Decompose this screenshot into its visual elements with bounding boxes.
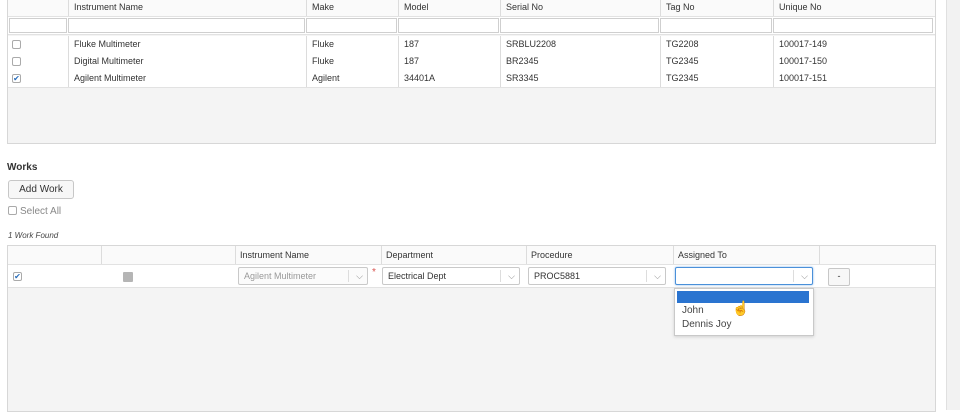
column-header-assigned-to[interactable]: Assigned To — [673, 246, 819, 264]
procedure-select-value: PROC5881 — [534, 271, 581, 281]
column-header-tag-no[interactable]: Tag No — [660, 0, 773, 16]
chevron-down-icon: ⌵ — [508, 271, 515, 281]
filter-input-instrument-name[interactable] — [68, 18, 305, 33]
instruments-header-row: Instrument Name Make Model Serial No Tag… — [8, 0, 935, 17]
row-checkbox-checked[interactable]: ✔ — [12, 74, 21, 83]
chevron-down-icon: ⌵ — [356, 271, 363, 281]
row-select-cell — [8, 36, 68, 53]
works-header-row: Instrument Name Department Procedure Ass… — [8, 246, 935, 265]
filter-input-model[interactable] — [398, 18, 499, 33]
column-header-serial-no[interactable]: Serial No — [500, 0, 660, 16]
chevron-down-icon: ⌵ — [801, 271, 808, 281]
department-select[interactable]: Electrical Dept ⌵ — [382, 267, 520, 285]
select-separator — [646, 270, 647, 282]
row-select-cell: ✔ — [8, 70, 68, 87]
table-row[interactable]: Fluke Multimeter Fluke 187 SRBLU2208 TG2… — [8, 36, 935, 54]
works-header-select — [8, 246, 101, 264]
select-separator — [500, 270, 501, 282]
column-header-instrument-name[interactable]: Instrument Name — [68, 0, 306, 16]
cell-model: 34401A — [398, 70, 500, 87]
row-select-cell — [8, 53, 68, 70]
filter-input-make[interactable] — [306, 18, 397, 33]
dropdown-option-dennis-joy[interactable]: Dennis Joy — [682, 319, 731, 330]
cell-instrument-name: Fluke Multimeter — [68, 36, 306, 53]
column-header-instrument-name[interactable]: Instrument Name — [235, 246, 381, 264]
row-checkbox[interactable] — [12, 40, 21, 49]
department-select-value: Electrical Dept — [388, 271, 447, 281]
cell-instrument-name: Digital Multimeter — [68, 53, 306, 70]
works-section-title: Works — [7, 162, 38, 173]
cell-tag-no: TG2345 — [660, 70, 773, 87]
remove-work-button[interactable]: - — [828, 268, 850, 286]
filter-input-serial-no[interactable] — [500, 18, 659, 33]
instruments-grid: Instrument Name Make Model Serial No Tag… — [7, 0, 936, 144]
edit-icon[interactable] — [123, 272, 133, 282]
cell-serial-no: SRBLU2208 — [500, 36, 660, 53]
row-checkbox[interactable] — [12, 57, 21, 66]
column-header-department[interactable]: Department — [381, 246, 526, 264]
cell-serial-no: BR2345 — [500, 53, 660, 70]
chevron-down-icon: ⌵ — [654, 271, 661, 281]
column-header-unique-no[interactable]: Unique No — [773, 0, 935, 16]
cell-tag-no: TG2208 — [660, 36, 773, 53]
table-row[interactable]: ✔ Agilent Multimeter Agilent 34401A SR33… — [8, 70, 935, 88]
cell-serial-no: SR3345 — [500, 70, 660, 87]
column-header-make[interactable]: Make — [306, 0, 398, 16]
cell-make: Fluke — [306, 36, 398, 53]
select-all-control[interactable]: Select All — [8, 205, 61, 217]
cell-model: 187 — [398, 36, 500, 53]
filter-input-select[interactable] — [9, 18, 67, 33]
required-marker: * — [372, 267, 376, 278]
column-header-procedure[interactable]: Procedure — [526, 246, 673, 264]
assigned-to-select[interactable]: ⌵ — [675, 267, 813, 285]
dropdown-option-john[interactable]: John — [682, 305, 704, 316]
select-all-label: Select All — [20, 206, 62, 217]
cell-make: Fluke — [306, 53, 398, 70]
instrument-select-value: Agilent Multimeter — [244, 271, 317, 281]
select-separator — [793, 270, 794, 282]
cell-unique-no: 100017-151 — [773, 70, 935, 87]
right-scrollbar-area[interactable] — [946, 0, 960, 410]
cell-model: 187 — [398, 53, 500, 70]
procedure-select[interactable]: PROC5881 ⌵ — [528, 267, 666, 285]
works-found-count: 1 Work Found — [8, 231, 59, 240]
filter-input-tag-no[interactable] — [660, 18, 772, 33]
cell-unique-no: 100017-150 — [773, 53, 935, 70]
filter-input-unique-no[interactable] — [773, 18, 933, 33]
header-select-cell — [8, 0, 68, 16]
works-header-remove — [819, 246, 935, 264]
instruments-filter-row — [8, 17, 935, 35]
cell-make: Agilent — [306, 70, 398, 87]
column-header-model[interactable]: Model — [398, 0, 500, 16]
cell-unique-no: 100017-149 — [773, 36, 935, 53]
work-row[interactable]: ✔ Agilent Multimeter ⌵ * Electrical Dept… — [8, 265, 935, 288]
select-separator — [348, 270, 349, 282]
cell-tag-no: TG2345 — [660, 53, 773, 70]
cell-instrument-name: Agilent Multimeter — [68, 70, 306, 87]
add-work-button[interactable]: Add Work — [8, 180, 74, 199]
table-row[interactable]: Digital Multimeter Fluke 187 BR2345 TG23… — [8, 53, 935, 71]
works-header-action — [101, 246, 235, 264]
select-all-checkbox[interactable] — [8, 206, 17, 215]
hand-cursor-icon: ☝ — [732, 300, 750, 316]
work-row-checkbox[interactable]: ✔ — [13, 272, 22, 281]
instrument-select: Agilent Multimeter ⌵ — [238, 267, 368, 285]
